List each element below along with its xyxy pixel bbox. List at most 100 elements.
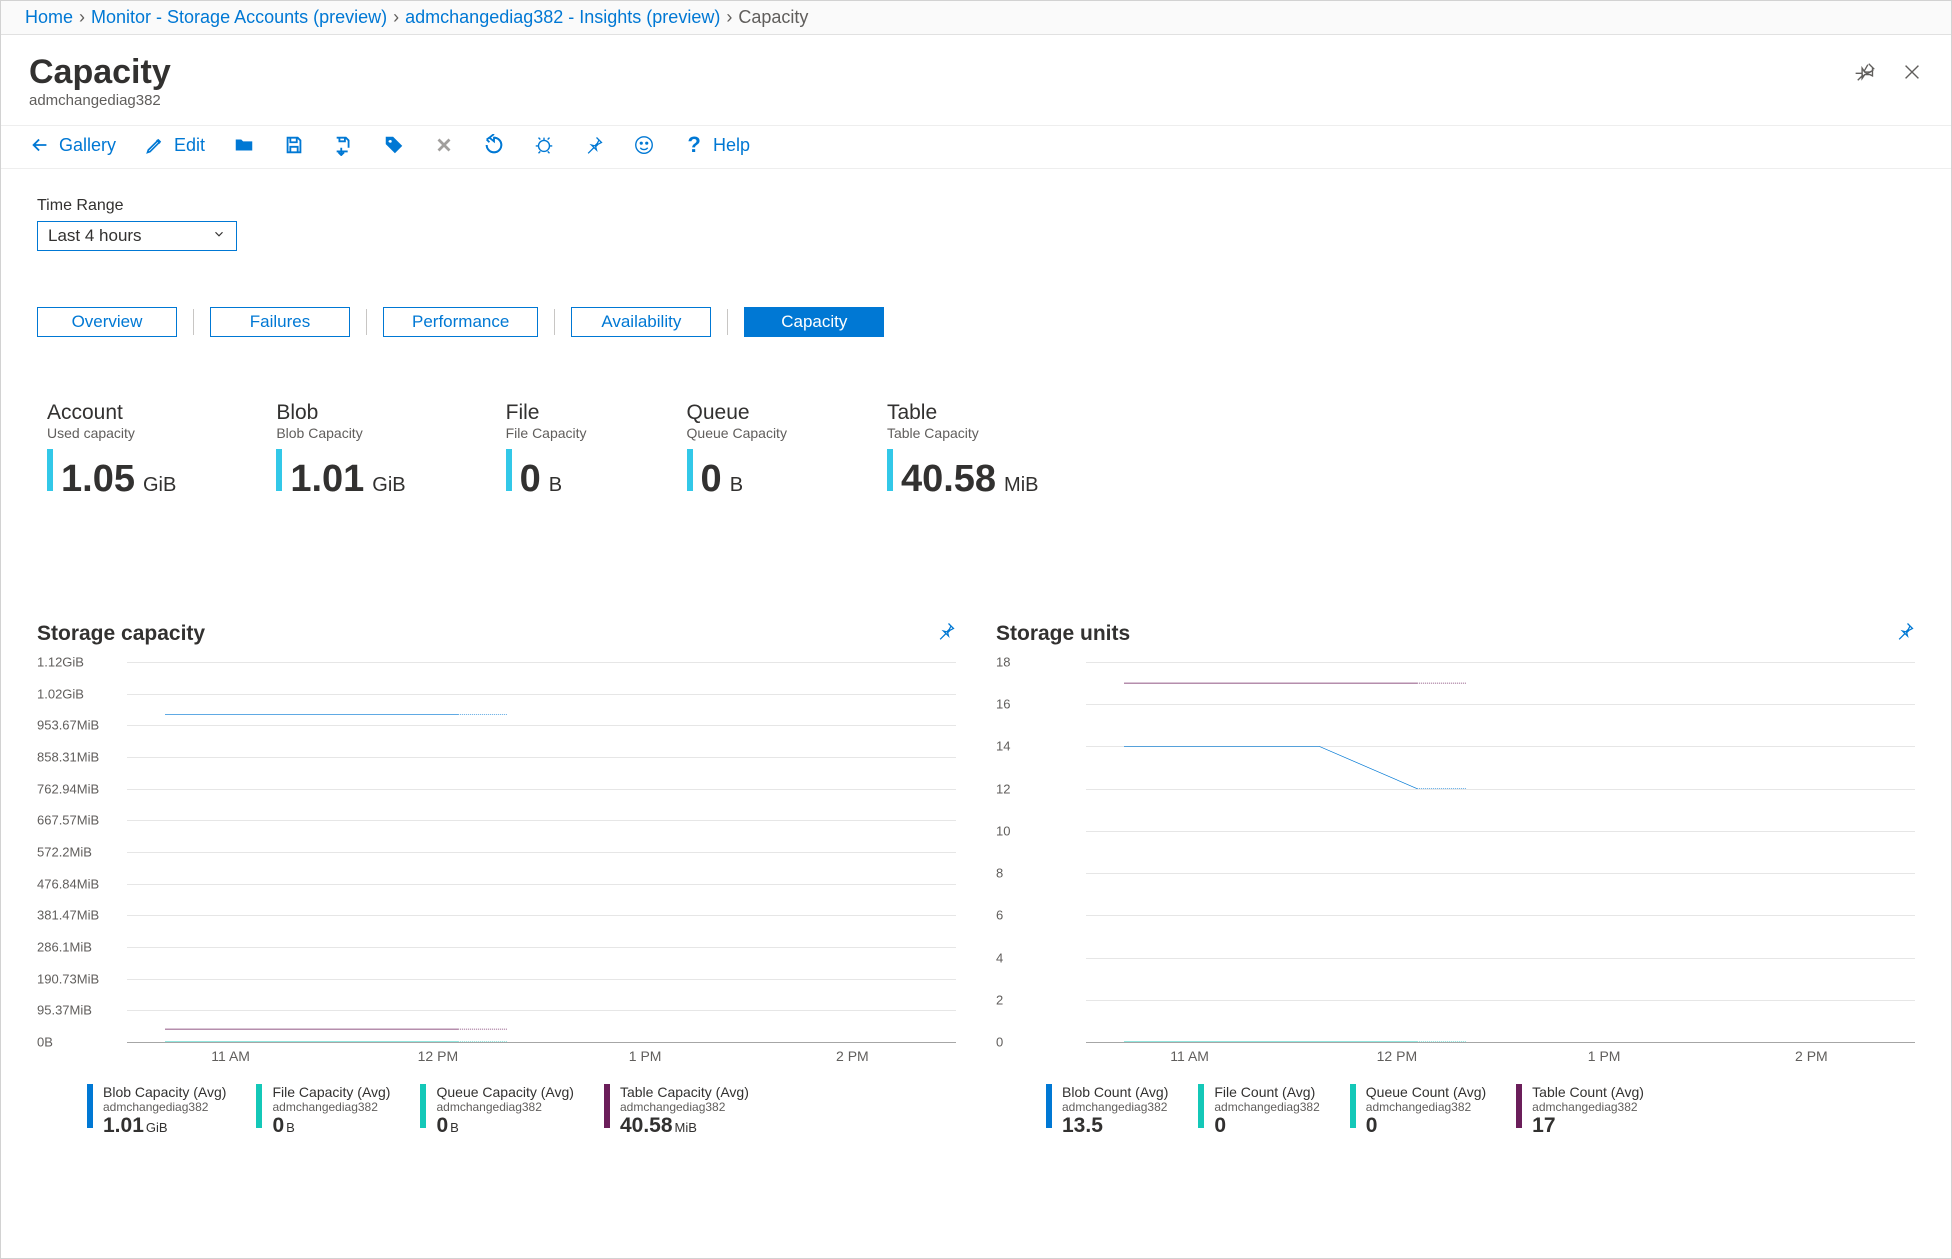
pin-icon[interactable] xyxy=(1855,61,1877,88)
timerange-value: Last 4 hours xyxy=(48,226,142,246)
legend-value: 0 xyxy=(1214,1114,1319,1138)
refresh-icon[interactable] xyxy=(483,134,505,156)
x-tick: 12 PM xyxy=(1293,1048,1500,1072)
edit-label: Edit xyxy=(174,135,205,156)
legend-color xyxy=(1350,1084,1356,1128)
chevron-right-icon: › xyxy=(79,7,85,28)
metric-name: Queue xyxy=(687,401,787,425)
edit-button[interactable]: Edit xyxy=(144,134,205,156)
pin-toolbar-icon[interactable] xyxy=(583,134,605,156)
metric-unit: B xyxy=(730,474,743,497)
save-as-icon[interactable] xyxy=(333,134,355,156)
x-tick: 11 AM xyxy=(127,1048,334,1072)
metric-name: Table xyxy=(887,401,1039,425)
bug-icon[interactable] xyxy=(533,134,555,156)
metric-name: Account xyxy=(47,401,176,425)
y-tick: 1.02GiB xyxy=(37,686,84,701)
legend-value: 0B xyxy=(272,1114,390,1138)
divider xyxy=(727,309,728,335)
legend-color xyxy=(1198,1084,1204,1128)
tab-failures[interactable]: Failures xyxy=(210,307,350,337)
legend-color xyxy=(1516,1084,1522,1128)
page-title: Capacity xyxy=(29,53,171,92)
legend-item: Blob Capacity (Avg) admchangediag382 1.0… xyxy=(87,1084,226,1138)
storage-capacity-chart: Storage capacity 1.12GiB1.02GiB953.67MiB… xyxy=(37,621,956,1138)
chevron-right-icon: › xyxy=(726,7,732,28)
legend-item: File Count (Avg) admchangediag382 0 xyxy=(1198,1084,1319,1138)
metric-bar xyxy=(506,449,512,491)
gallery-button[interactable]: Gallery xyxy=(29,134,116,156)
chart-title: Storage units xyxy=(996,622,1130,646)
metric-name: Blob xyxy=(276,401,405,425)
delete-icon[interactable] xyxy=(433,134,455,156)
question-icon: ? xyxy=(683,134,705,156)
chevron-right-icon: › xyxy=(393,7,399,28)
breadcrumb-insights[interactable]: admchangediag382 - Insights (preview) xyxy=(405,7,720,28)
save-icon[interactable] xyxy=(283,134,305,156)
legend-color xyxy=(256,1084,262,1128)
y-tick: 4 xyxy=(996,950,1003,965)
legend-item: File Capacity (Avg) admchangediag382 0B xyxy=(256,1084,390,1138)
legend-sub: admchangediag382 xyxy=(1532,1100,1644,1114)
legend-value: 1.01GiB xyxy=(103,1114,226,1138)
tab-capacity[interactable]: Capacity xyxy=(744,307,884,337)
chart-title: Storage capacity xyxy=(37,622,205,646)
metric-name: File xyxy=(506,401,587,425)
legend-name: File Count (Avg) xyxy=(1214,1084,1319,1100)
metric-bar xyxy=(276,449,282,491)
legend-sub: admchangediag382 xyxy=(103,1100,226,1114)
help-button[interactable]: ? Help xyxy=(683,134,750,156)
legend-value: 17 xyxy=(1532,1114,1644,1138)
legend-item: Queue Capacity (Avg) admchangediag382 0B xyxy=(420,1084,573,1138)
folder-icon[interactable] xyxy=(233,134,255,156)
y-tick: 0 xyxy=(996,1035,1003,1050)
close-icon[interactable] xyxy=(1901,61,1923,88)
legend-color xyxy=(420,1084,426,1128)
legend-item: Queue Count (Avg) admchangediag382 0 xyxy=(1350,1084,1486,1138)
x-tick: 2 PM xyxy=(1708,1048,1915,1072)
metric-unit: GiB xyxy=(143,474,176,497)
divider xyxy=(554,309,555,335)
y-tick: 2 xyxy=(996,992,1003,1007)
breadcrumb: Home › Monitor - Storage Accounts (previ… xyxy=(1,1,1951,35)
smile-icon[interactable] xyxy=(633,134,655,156)
tab-row: Overview Failures Performance Availability C… xyxy=(37,307,1915,337)
metric-queue: Queue Queue Capacity 0 B xyxy=(687,401,787,501)
pin-chart-icon[interactable] xyxy=(1895,621,1915,646)
gallery-label: Gallery xyxy=(59,135,116,156)
y-tick: 667.57MiB xyxy=(37,813,99,828)
metric-bar xyxy=(47,449,53,491)
legend-item: Blob Count (Avg) admchangediag382 13.5 xyxy=(1046,1084,1168,1138)
metric-account: Account Used capacity 1.05 GiB xyxy=(47,401,176,501)
legend-name: Queue Count (Avg) xyxy=(1366,1084,1486,1100)
tab-availability[interactable]: Availability xyxy=(571,307,711,337)
y-tick: 190.73MiB xyxy=(37,971,99,986)
breadcrumb-monitor[interactable]: Monitor - Storage Accounts (preview) xyxy=(91,7,387,28)
toolbar: Gallery Edit xyxy=(1,125,1951,169)
y-tick: 381.47MiB xyxy=(37,908,99,923)
pin-chart-icon[interactable] xyxy=(936,621,956,646)
legend-name: Queue Capacity (Avg) xyxy=(436,1084,573,1100)
legend-sub: admchangediag382 xyxy=(1214,1100,1319,1114)
y-tick: 6 xyxy=(996,908,1003,923)
legend-sub: admchangediag382 xyxy=(620,1100,749,1114)
page-subtitle: admchangediag382 xyxy=(29,92,171,109)
legend-color xyxy=(1046,1084,1052,1128)
y-tick: 953.67MiB xyxy=(37,718,99,733)
y-tick: 16 xyxy=(996,697,1010,712)
x-tick: 1 PM xyxy=(1501,1048,1708,1072)
x-tick: 12 PM xyxy=(334,1048,541,1072)
breadcrumb-home[interactable]: Home xyxy=(25,7,73,28)
y-tick: 95.37MiB xyxy=(37,1003,92,1018)
legend-name: File Capacity (Avg) xyxy=(272,1084,390,1100)
y-tick: 476.84MiB xyxy=(37,876,99,891)
tag-icon[interactable] xyxy=(383,134,405,156)
y-tick: 14 xyxy=(996,739,1010,754)
y-tick: 0B xyxy=(37,1035,53,1050)
tab-overview[interactable]: Overview xyxy=(37,307,177,337)
timerange-dropdown[interactable]: Last 4 hours xyxy=(37,221,237,251)
metric-value: 0 xyxy=(520,458,541,501)
y-tick: 18 xyxy=(996,655,1010,670)
tab-performance[interactable]: Performance xyxy=(383,307,538,337)
metric-value: 0 xyxy=(701,458,722,501)
